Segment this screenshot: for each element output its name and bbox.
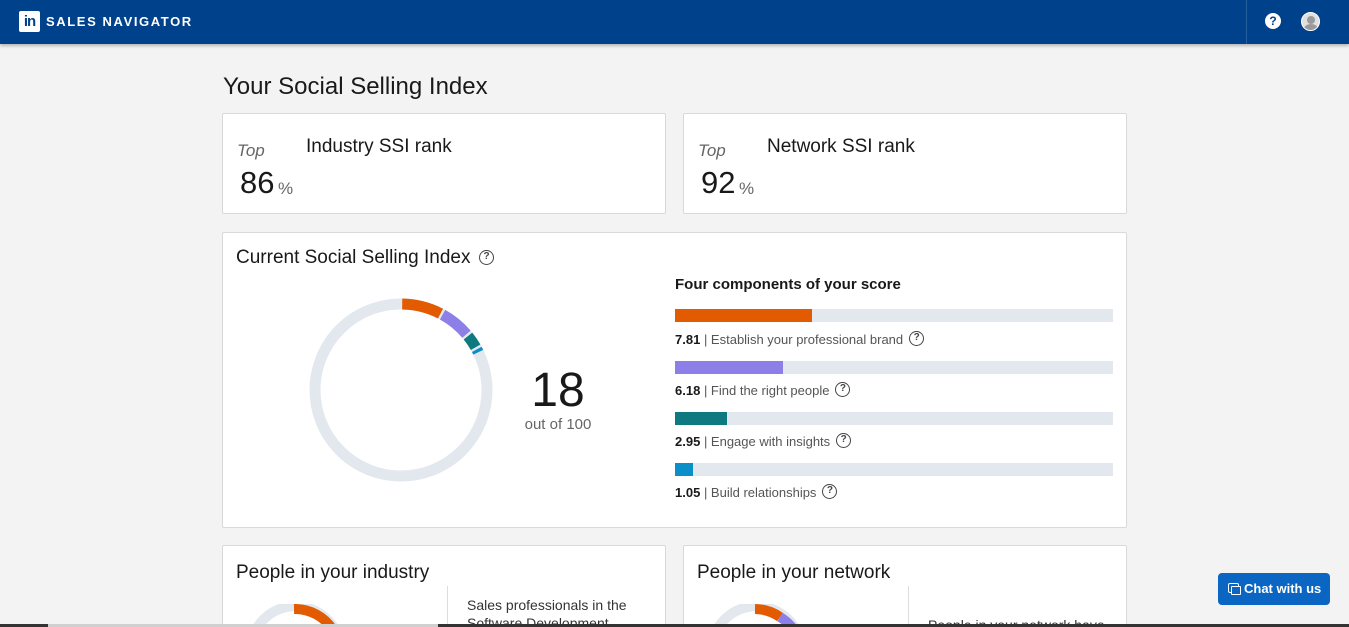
component-name: | Establish your professional brand [703,332,904,347]
component-bar-people [675,361,1113,374]
component-bar-insights [675,412,1113,425]
component-label-insights: 2.95 | Engage with insights? [675,433,852,450]
linkedin-logo-icon[interactable]: in [19,11,40,32]
component-name: | Engage with insights [703,434,831,449]
component-help-icon[interactable]: ? [909,331,925,347]
network-rank-card: Top 92 % Network SSI rank [683,113,1127,214]
network-rank-value: 92 [701,165,736,200]
industry-rank-unit: % [278,179,294,198]
top-navigation-bar: in SALES NAVIGATOR ? [0,0,1349,44]
component-label-relationships: 1.05 | Build relationships? [675,484,838,501]
components-heading: Four components of your score [675,276,901,293]
industry-rank-prefix: Top [237,141,265,160]
component-bar-fill [675,412,727,425]
people-industry-text: Sales professionals in the Software Deve… [467,597,627,627]
chat-icon [1228,583,1241,595]
ssi-help-icon[interactable]: ? [479,250,494,265]
user-avatar-icon[interactable] [1301,12,1320,31]
component-value: 2.95 [675,434,701,449]
component-bar-fill [675,309,812,322]
people-network-card: People in your network People in your ne… [683,545,1127,627]
component-help-icon[interactable]: ? [836,433,852,449]
donut-segment-2 [463,332,481,351]
brand-name[interactable]: SALES NAVIGATOR [46,14,193,29]
industry-rank-card: Top 86 % Industry SSI rank [222,113,666,214]
chat-button-label: Chat with us [1244,581,1322,596]
ssi-score-subtitle: out of 100 [524,416,592,433]
component-name: | Find the right people [703,383,830,398]
component-value: 7.81 [675,332,701,347]
ssi-score: 18 [531,364,585,417]
component-bar-relationships [675,463,1113,476]
component-name: | Build relationships [703,485,817,500]
people-industry-title: People in your industry [236,562,430,583]
donut-segment-3 [471,346,484,355]
ssi-donut-chart [309,298,493,482]
donut-segment-1 [439,309,471,338]
component-help-icon[interactable]: ? [822,484,838,500]
chat-with-us-button[interactable]: Chat with us [1218,573,1330,605]
card-divider [447,586,448,627]
nav-divider [1246,0,1247,44]
current-ssi-card: Current Social Selling Index ? 18 out of… [222,232,1127,528]
people-network-title: People in your network [697,562,891,583]
card-divider [908,586,909,627]
component-value: 1.05 [675,485,701,500]
network-rank-prefix: Top [698,141,726,160]
page-title: Your Social Selling Index [223,73,488,100]
component-bar-fill [675,361,784,374]
component-bar-brand [675,309,1113,322]
component-label-brand: 7.81 | Establish your professional brand… [675,331,925,348]
industry-rank-value: 86 [240,165,275,200]
component-label-people: 6.18 | Find the right people? [675,382,851,399]
people-industry-card: People in your industry Sales profession… [222,545,666,627]
component-value: 6.18 [675,383,701,398]
industry-rank-label: Industry SSI rank [306,136,452,157]
help-icon[interactable]: ? [1265,13,1281,29]
donut-segment-0 [401,298,443,319]
network-rank-unit: % [739,179,755,198]
component-bar-fill [675,463,694,476]
network-rank-label: Network SSI rank [767,136,915,157]
current-ssi-title: Current Social Selling Index [236,247,471,268]
component-help-icon[interactable]: ? [835,382,851,398]
